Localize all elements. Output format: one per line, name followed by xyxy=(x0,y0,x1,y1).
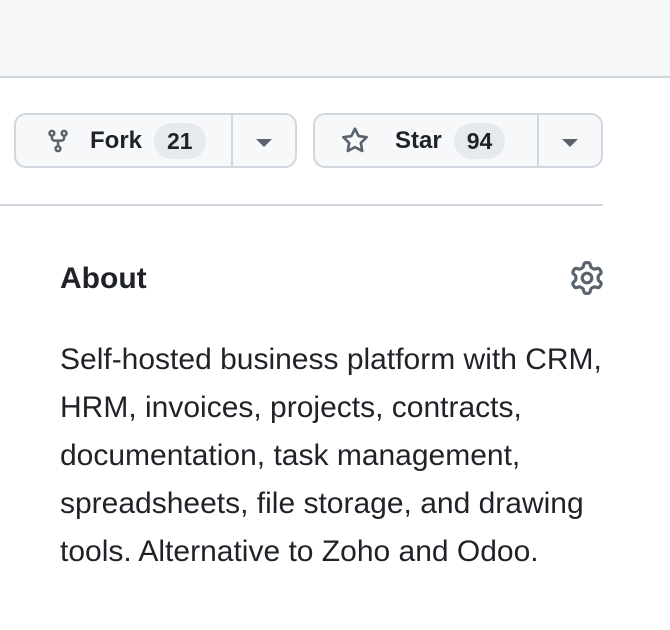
star-count: 94 xyxy=(453,122,506,159)
fork-button[interactable]: Fork 21 xyxy=(16,115,231,166)
fork-count: 21 xyxy=(154,122,206,159)
star-button-group: Star 94 xyxy=(313,113,603,168)
star-button[interactable]: Star 94 xyxy=(315,115,537,166)
triangle-down-icon xyxy=(562,138,578,147)
repo-forked-icon xyxy=(44,127,72,155)
star-dropdown-button[interactable] xyxy=(537,115,601,166)
fork-dropdown-button[interactable] xyxy=(231,115,295,166)
star-icon xyxy=(341,126,369,155)
about-description: Self-hosted business platform with CRM, … xyxy=(60,343,602,568)
fork-label: Fork xyxy=(90,126,143,154)
about-heading: About xyxy=(60,262,147,295)
triangle-down-icon xyxy=(256,138,272,147)
top-bar xyxy=(0,0,670,78)
section-divider xyxy=(0,204,603,206)
gear-icon[interactable] xyxy=(569,260,605,296)
star-label: Star xyxy=(395,126,442,154)
fork-button-group: Fork 21 xyxy=(14,113,297,168)
